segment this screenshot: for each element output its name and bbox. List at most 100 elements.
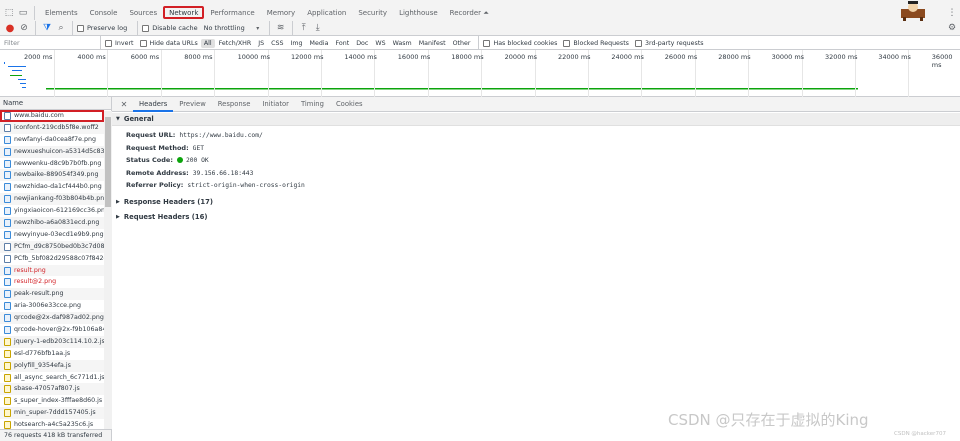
script-file-icon <box>4 349 11 358</box>
timeline-tick-label: 14000 ms <box>344 53 377 61</box>
filter-type-font[interactable]: Font <box>332 39 352 48</box>
timeline-tick-label: 16000 ms <box>397 53 431 61</box>
settings-gear-icon[interactable]: ⚙ <box>945 21 959 35</box>
request-row[interactable]: newzhidao-da1cf444b0.png <box>0 181 104 193</box>
document-file-icon <box>4 111 11 120</box>
request-headers-section[interactable]: ▶ Request Headers (16) <box>112 211 960 224</box>
detail-tab-initiator[interactable]: Initiator <box>256 97 295 112</box>
timeline-tick-label: 4000 ms <box>77 53 106 61</box>
request-row[interactable]: s_super_index-3fffae8d60.js <box>0 395 104 407</box>
script-file-icon <box>4 373 11 382</box>
inspect-element-icon[interactable]: ⬚ <box>2 6 16 20</box>
request-row[interactable]: PCfb_5bf082d29588c07f842cc <box>0 253 104 265</box>
request-row[interactable]: aria-3006e33cce.png <box>0 300 104 312</box>
request-row[interactable]: newyinyue-03ecd1e9b9.png <box>0 229 104 241</box>
timeline-gridline <box>160 50 162 97</box>
request-row[interactable]: jquery-1-edb203c114.10.2.js <box>0 335 104 348</box>
filter-type-other[interactable]: Other <box>450 39 474 48</box>
filter-type-css[interactable]: CSS <box>268 39 286 48</box>
request-row[interactable]: newwenku-d8c9b7b0fb.png <box>0 158 104 170</box>
export-har-icon[interactable]: ⤓ <box>311 21 325 35</box>
preserve-log-checkbox[interactable] <box>77 24 84 32</box>
request-name: s_super_index-3fffae8d60.js <box>14 397 103 405</box>
request-row[interactable]: polyfill_9354efa.js <box>0 359 104 372</box>
record-icon[interactable]: ● <box>3 21 17 35</box>
filter-type-wasm[interactable]: Wasm <box>390 39 415 48</box>
hide-data-urls-checkbox[interactable] <box>139 39 147 47</box>
status-ok-icon <box>176 157 183 163</box>
disable-cache-checkbox[interactable] <box>142 24 150 32</box>
has-blocked-cookies-checkbox[interactable] <box>483 39 491 47</box>
chevron-down-icon[interactable]: ▾ <box>251 21 265 35</box>
request-row[interactable]: qrcode-hover@2x-f9b106a84 <box>0 324 104 336</box>
invert-label: Invert <box>115 39 134 47</box>
request-name: esl-d776bfb1aa.js <box>14 349 71 357</box>
request-row[interactable]: iconfont-219cdb5f8e.woff2 <box>0 121 104 134</box>
detail-tab-timing[interactable]: Timing <box>295 97 330 112</box>
scrollbar-thumb[interactable] <box>105 117 111 207</box>
request-row[interactable]: sbase-47057af807.js <box>0 383 104 396</box>
filter-type-js[interactable]: JS <box>255 39 267 48</box>
filter-type-img[interactable]: Img <box>288 39 306 48</box>
filter-type-manifest[interactable]: Manifest <box>416 39 449 48</box>
more-options-icon[interactable]: ⋮ <box>945 6 959 20</box>
filter-type-ws[interactable]: WS <box>372 39 388 48</box>
wifi-icon[interactable]: ≋ <box>274 21 288 35</box>
device-toolbar-icon[interactable]: ▭ <box>16 6 30 20</box>
import-har-icon[interactable]: ⤒ <box>297 21 311 35</box>
request-name: qrcode-hover@2x-f9b106a84 <box>14 326 104 334</box>
filter-type-media[interactable]: Media <box>307 39 332 48</box>
request-row[interactable]: result@2.png <box>0 276 104 288</box>
script-file-icon <box>4 337 11 346</box>
request-row[interactable]: min_super-7ddd157405.js <box>0 407 104 420</box>
detail-tab-headers[interactable]: Headers <box>133 97 174 112</box>
timeline-gridline <box>214 50 216 97</box>
field-value: https://www.baidu.com/ <box>179 132 263 139</box>
timeline-tick-label: 12000 ms <box>291 53 324 61</box>
request-row[interactable]: result.png <box>0 264 104 277</box>
general-field-row: Status Code: 200 OK <box>112 154 960 167</box>
request-row[interactable]: peak-result.png <box>0 288 104 301</box>
request-row[interactable]: newzhibo-a6a0831ecd.png <box>0 217 104 229</box>
request-name: newjiankang-f03b804b4b.png <box>14 195 104 203</box>
request-row[interactable]: qrcode@2x-daf987ad02.png <box>0 312 104 325</box>
request-row[interactable]: newxueshuicon-a5314d5c83... <box>0 145 104 158</box>
blocked-requests-checkbox[interactable] <box>563 39 571 47</box>
filter-type-all[interactable]: All <box>200 38 215 48</box>
request-row[interactable]: esl-d776bfb1aa.js <box>0 348 104 360</box>
request-name: jquery-1-edb203c114.10.2.js <box>14 337 104 345</box>
filter-icon[interactable]: ⧩ <box>40 21 54 35</box>
detail-tab-preview[interactable]: Preview <box>173 97 211 112</box>
request-row[interactable]: PCfm_d9c8750bed0b3c7d089 <box>0 240 104 253</box>
response-headers-section[interactable]: ▶ Response Headers (17) <box>112 196 960 209</box>
clear-icon[interactable]: ⊘ <box>17 21 31 35</box>
third-party-checkbox[interactable] <box>634 39 642 47</box>
request-row[interactable]: all_async_search_6c771d1.js <box>0 372 104 384</box>
detail-tab-response[interactable]: Response <box>212 97 257 112</box>
request-row[interactable]: www.baidu.com <box>0 110 104 122</box>
request-row[interactable]: newbaike-889054f349.png <box>0 169 104 182</box>
request-row[interactable]: hotsearch-a4c5a235c6.js <box>0 419 104 429</box>
document-file-icon <box>4 242 11 251</box>
request-row[interactable]: newjiankang-f03b804b4b.png <box>0 193 104 206</box>
search-icon[interactable]: ⌕ <box>54 21 68 35</box>
divider <box>72 21 73 35</box>
response-headers-title: Response Headers (17) <box>123 197 213 206</box>
request-row[interactable]: newfanyi-da0cea8f7e.png <box>0 134 104 146</box>
timeline-overview[interactable]: 2000 ms 4000 ms 6000 ms 8000 ms 10000 ms 1200… <box>0 50 960 97</box>
filter-type-doc[interactable]: Doc <box>353 39 371 48</box>
request-row[interactable]: yingxiaoicon-612169cc36.png <box>0 205 104 217</box>
filter-input[interactable]: Filter <box>4 40 96 47</box>
close-icon[interactable]: ✕ <box>117 97 131 111</box>
invert-checkbox[interactable] <box>105 39 112 47</box>
field-value: strict-origin-when-cross-origin <box>187 182 305 189</box>
timeline-tick-label: 20000 ms <box>504 53 538 61</box>
throttling-select[interactable]: No throttling <box>204 24 245 32</box>
detail-tab-cookies[interactable]: Cookies <box>330 97 369 112</box>
general-section-header[interactable]: ▼ General <box>112 113 960 126</box>
general-field-row: Referrer Policy: strict-origin-when-cross… <box>112 179 960 192</box>
divider <box>34 5 35 20</box>
request-list-scrollbar[interactable] <box>104 111 112 429</box>
name-column-header[interactable]: Name <box>0 97 111 110</box>
filter-type-fetchxhr[interactable]: Fetch/XHR <box>216 39 255 48</box>
